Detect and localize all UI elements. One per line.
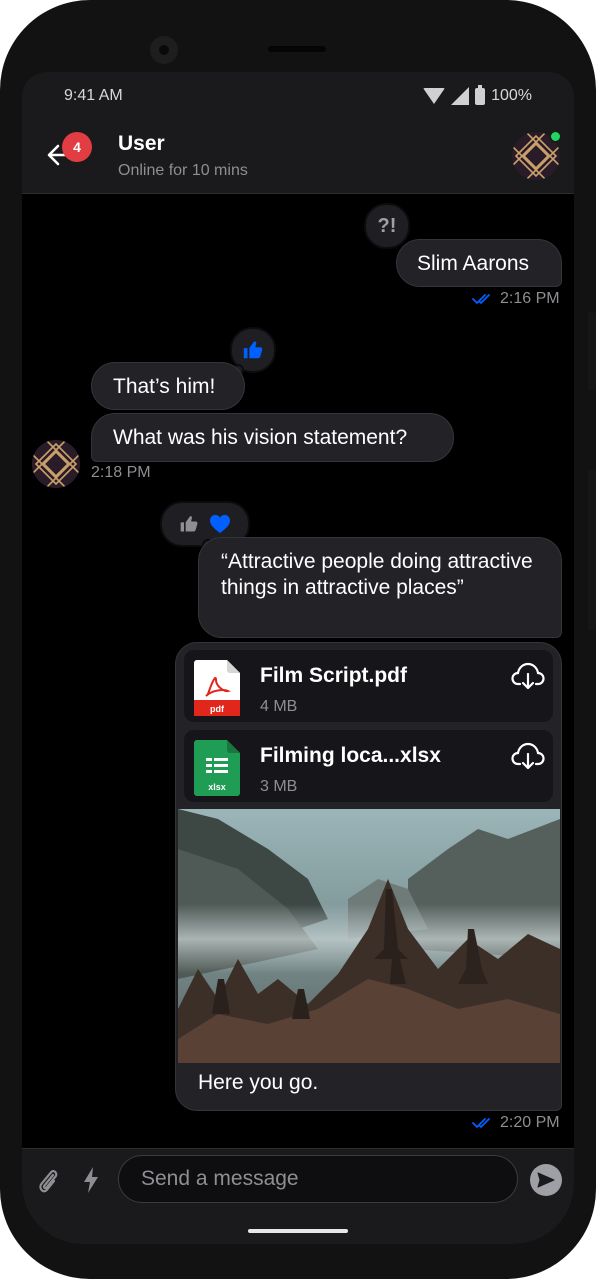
message-text: Slim Aarons (417, 252, 530, 275)
message-text: “Attractive people doing attractive thin… (221, 550, 533, 599)
wifi-icon (423, 88, 446, 104)
spreadsheet-file-icon: xlsx (194, 740, 240, 796)
read-receipt-icon (472, 1118, 490, 1128)
message-timestamp: 2:20 PM (472, 1114, 560, 1132)
file-type-label: pdf (210, 704, 225, 714)
message-bubble[interactable]: Slim Aarons (396, 239, 562, 287)
file-attachment[interactable]: pdf Film Script.pdf 4 MB (184, 650, 553, 722)
message-input[interactable] (118, 1155, 518, 1203)
read-receipt-icon (472, 294, 490, 304)
cloud-download-icon[interactable] (511, 662, 545, 690)
file-name: Film Script.pdf (260, 664, 407, 687)
send-button[interactable] (530, 1164, 562, 1196)
battery-percent: 100% (491, 87, 532, 104)
message-bubble[interactable]: “Attractive people doing attractive thin… (198, 537, 562, 638)
chat-title[interactable]: User (118, 132, 165, 156)
status-time: 9:41 AM (64, 87, 123, 104)
file-attachment[interactable]: xlsx Filming loca...xlsx 3 MB (184, 730, 553, 802)
file-name: Filming loca...xlsx (260, 744, 441, 767)
file-type-label: xlsx (208, 782, 226, 792)
heart-icon (210, 514, 230, 534)
status-bar: 9:41 AM 100% (22, 72, 574, 118)
message-timestamp: 2:16 PM (472, 290, 560, 308)
attached-photo[interactable] (178, 809, 560, 1063)
front-camera (150, 36, 178, 64)
status-icons: 100% (423, 84, 532, 105)
message-composer (22, 1148, 574, 1244)
attachment-caption: Here you go. (198, 1071, 319, 1094)
message-text: What was his vision statement? (113, 426, 408, 449)
battery-icon (475, 84, 486, 105)
reaction-interrobang: ?! (377, 214, 397, 237)
cellular-signal-icon (451, 87, 470, 105)
paperclip-icon[interactable] (36, 1166, 60, 1196)
message-bubble[interactable]: That’s him! (91, 362, 245, 410)
message-timestamp: 2:18 PM (91, 464, 151, 481)
cloud-download-icon[interactable] (511, 742, 545, 770)
home-indicator[interactable] (248, 1229, 348, 1233)
message-bubble[interactable]: What was his vision statement? (91, 413, 454, 462)
chat-screen: 9:41 AM 100% 4 User Online for 10 mins ?… (22, 72, 574, 1244)
chat-header: 4 User Online for 10 mins (22, 118, 574, 194)
reaction-bubble[interactable]: ?! (364, 203, 410, 249)
thumbs-up-icon (180, 516, 198, 532)
online-indicator (549, 130, 562, 143)
thumbs-up-icon (243, 341, 263, 359)
lightning-bolt-icon[interactable] (82, 1166, 100, 1194)
message-text: That’s him! (113, 375, 216, 398)
volume-button (588, 312, 596, 390)
unread-badge: 4 (62, 132, 92, 162)
chat-subtitle: Online for 10 mins (118, 162, 248, 179)
earpiece-speaker (268, 46, 326, 52)
attachment-message: pdf Film Script.pdf 4 MB xlsx Filming lo… (175, 642, 562, 1111)
send-icon (537, 1172, 555, 1188)
power-button (588, 470, 596, 630)
file-size: 3 MB (260, 778, 298, 795)
file-size: 4 MB (260, 698, 298, 715)
pdf-file-icon: pdf (194, 660, 240, 716)
phone-frame: 9:41 AM 100% 4 User Online for 10 mins ?… (0, 0, 596, 1279)
sender-avatar[interactable] (32, 440, 80, 488)
